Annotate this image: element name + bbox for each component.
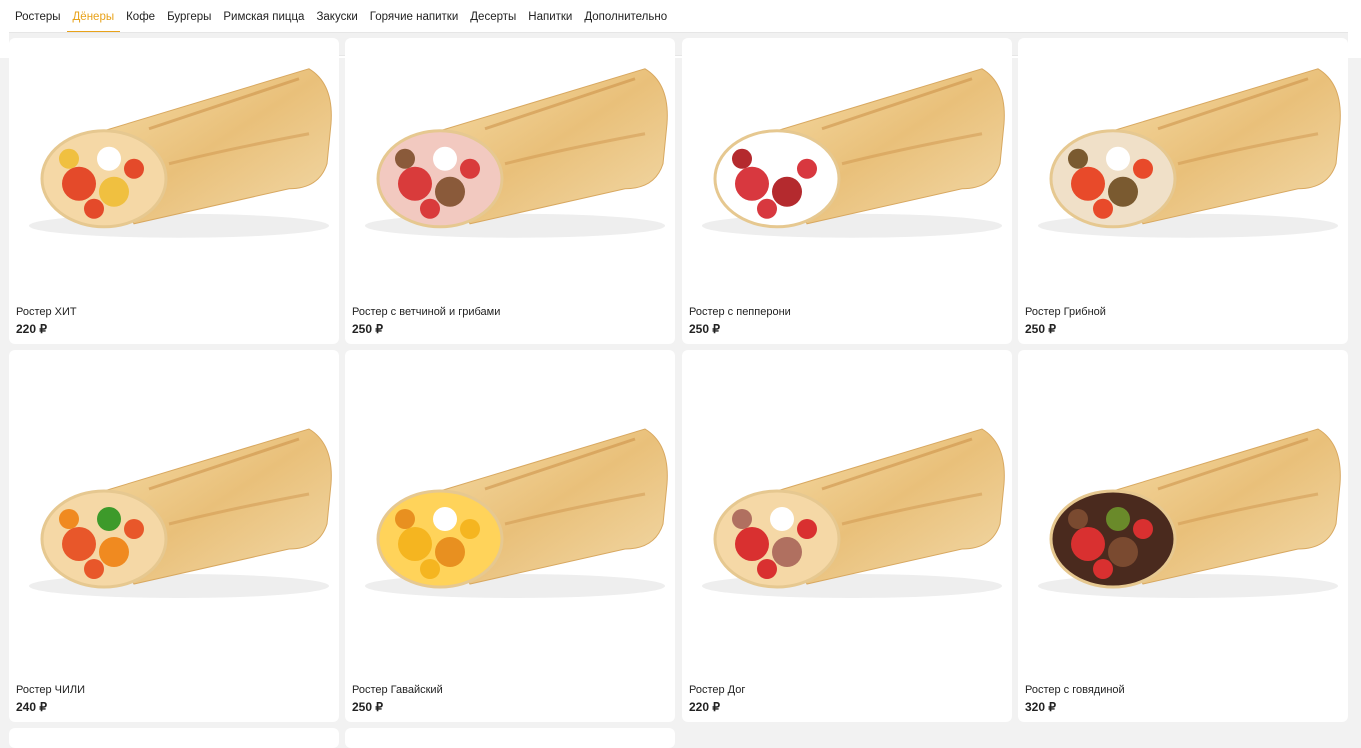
product-card-partial[interactable] (345, 728, 675, 748)
product-image[interactable] (9, 38, 339, 300)
product-price: 250 ₽ (352, 700, 383, 714)
product-name: Ростер с говядиной (1025, 684, 1125, 696)
product-name: Ростер с пепперони (689, 306, 791, 318)
tab-rosters[interactable]: Ростеры (9, 0, 67, 32)
product-image[interactable] (345, 38, 675, 300)
product-image[interactable] (1018, 38, 1348, 300)
tab-coffee[interactable]: Кофе (120, 0, 161, 32)
product-image[interactable] (682, 380, 1012, 680)
product-price: 250 ₽ (1025, 322, 1056, 336)
product-price: 320 ₽ (1025, 700, 1056, 714)
category-tabs: Ростеры Дёнеры Кофе Бургеры Римская пицц… (9, 0, 673, 32)
tab-desserts[interactable]: Десерты (464, 0, 522, 32)
tab-extras[interactable]: Дополнительно (578, 0, 673, 32)
product-image[interactable] (345, 380, 675, 680)
tab-burgers[interactable]: Бургеры (161, 0, 217, 32)
product-price: 220 ₽ (16, 322, 47, 336)
product-name: Ростер Грибной (1025, 306, 1106, 318)
tab-hot-drinks[interactable]: Горячие напитки (364, 0, 464, 32)
product-card[interactable]: Ростер Грибной 250 ₽ (1018, 38, 1348, 344)
product-name: Ростер с ветчиной и грибами (352, 306, 501, 318)
product-price: 250 ₽ (352, 322, 383, 336)
product-card[interactable]: Ростер с говядиной 320 ₽ (1018, 350, 1348, 722)
product-card[interactable]: Ростер ХИТ 220 ₽ (9, 38, 339, 344)
product-image[interactable] (1018, 380, 1348, 680)
product-image[interactable] (9, 380, 339, 680)
product-price: 250 ₽ (689, 322, 720, 336)
product-card[interactable]: Ростер Гавайский 250 ₽ (345, 350, 675, 722)
product-card[interactable]: Ростер ЧИЛИ 240 ₽ (9, 350, 339, 722)
product-price: 240 ₽ (16, 700, 47, 714)
tab-doners[interactable]: Дёнеры (66, 0, 121, 32)
product-name: Ростер ЧИЛИ (16, 684, 86, 696)
product-card[interactable]: Ростер с ветчиной и грибами 250 ₽ (345, 38, 675, 344)
product-price: 220 ₽ (689, 700, 720, 714)
product-image[interactable] (682, 38, 1012, 300)
product-card[interactable]: Ростер с пепперони 250 ₽ (682, 38, 1012, 344)
tab-roman-pizza[interactable]: Римская пицца (217, 0, 310, 32)
tab-snacks[interactable]: Закуски (310, 0, 363, 32)
product-name: Ростер Дог (689, 684, 746, 696)
product-name: Ростер ХИТ (16, 306, 77, 318)
product-card-partial[interactable] (9, 728, 339, 748)
product-card[interactable]: Ростер Дог 220 ₽ (682, 350, 1012, 722)
tab-drinks[interactable]: Напитки (522, 0, 578, 32)
product-name: Ростер Гавайский (352, 684, 443, 696)
